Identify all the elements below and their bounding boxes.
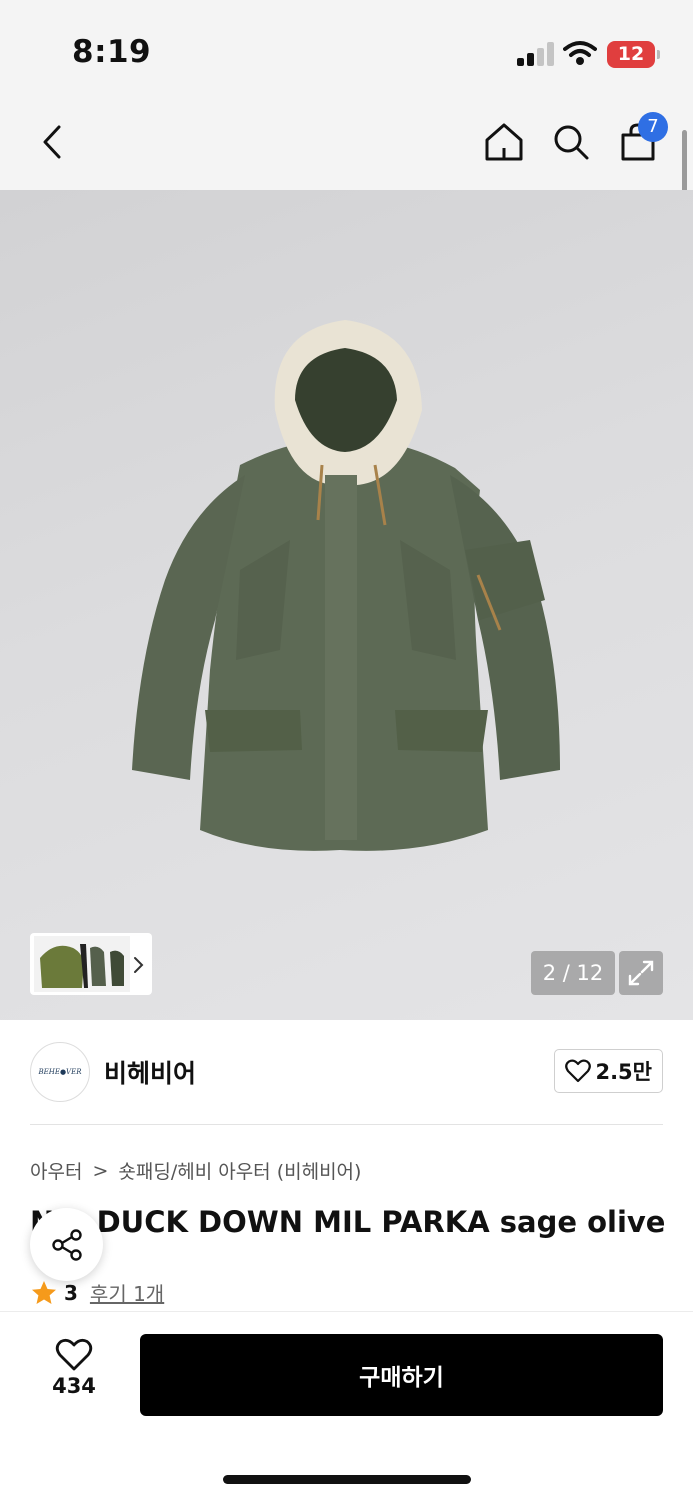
share-icon — [51, 1228, 82, 1261]
nav-bar: 7 — [0, 100, 693, 190]
search-icon — [554, 125, 589, 160]
expand-icon — [628, 960, 654, 986]
home-button[interactable] — [478, 118, 530, 166]
product-image-gallery[interactable]: 2 / 12 — [0, 190, 693, 1020]
product-title: N-3 DUCK DOWN MIL PARKA sage olive — [30, 1205, 666, 1239]
expand-button[interactable] — [619, 951, 663, 995]
brand-like-count: 2.5만 — [595, 1060, 652, 1084]
home-indicator[interactable] — [223, 1475, 471, 1484]
breadcrumb-category[interactable]: 아우터 — [30, 1157, 82, 1184]
share-button[interactable] — [30, 1208, 103, 1281]
star-icon — [32, 1280, 56, 1304]
back-button[interactable] — [26, 118, 78, 166]
thumbnail-images — [34, 936, 130, 992]
buy-button[interactable]: 구매하기 — [140, 1334, 663, 1416]
brand-like-button[interactable]: 2.5만 — [554, 1049, 663, 1093]
heart-icon — [55, 1338, 93, 1371]
breadcrumb: 아우터 > 숏패딩/헤비 아우터 (비헤비어) — [30, 1157, 361, 1184]
home-icon — [485, 123, 523, 161]
product-image — [132, 320, 560, 851]
rating-row: 3 후기 1개 — [30, 1278, 164, 1307]
search-button[interactable] — [545, 118, 597, 166]
brand-logo-text: BEHE●VER — [38, 1068, 82, 1076]
status-bar: 8:19 12 — [0, 0, 693, 100]
thumbnail-strip[interactable] — [30, 933, 152, 995]
battery-indicator: 12 — [607, 41, 660, 68]
status-time: 8:19 — [72, 34, 152, 70]
wifi-icon — [563, 40, 597, 70]
breadcrumb-separator: > — [92, 1159, 109, 1182]
wishlist-count: 434 — [52, 1374, 96, 1398]
chevron-right-icon — [134, 957, 144, 973]
cellular-signal-icon — [517, 42, 555, 66]
wishlist-button[interactable]: 434 — [42, 1338, 106, 1410]
image-counter: 2 / 12 — [531, 951, 615, 995]
heart-icon — [565, 1059, 592, 1083]
cart-button[interactable]: 7 — [612, 112, 668, 166]
cart-count-badge: 7 — [638, 112, 668, 142]
bottom-action-bar: 434 구매하기 — [0, 1311, 693, 1500]
brand-logo[interactable]: BEHE●VER — [30, 1042, 90, 1102]
chevron-left-icon — [43, 125, 61, 159]
breadcrumb-subcategory[interactable]: 숏패딩/헤비 아우터 (비헤비어) — [118, 1157, 361, 1184]
battery-level: 12 — [617, 43, 645, 65]
rating-score: 3 — [64, 1280, 78, 1305]
brand-name[interactable]: 비헤비어 — [104, 1054, 196, 1090]
brand-row[interactable]: BEHE●VER 비헤비어 2.5만 — [30, 1040, 663, 1125]
review-link[interactable]: 후기 1개 — [90, 1278, 164, 1307]
